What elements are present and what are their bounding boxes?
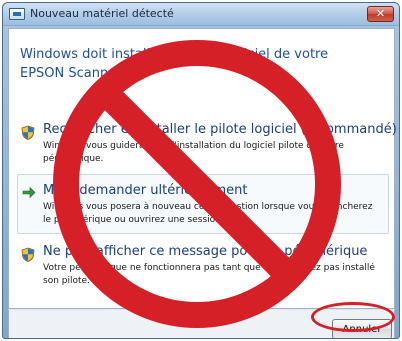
option-search-install-driver[interactable]: Rechercher et installer le pilote logici…: [18, 122, 397, 170]
option-ask-later[interactable]: Me redemander ultérieurement Windows vou…: [17, 174, 389, 234]
title-bar[interactable]: Nouveau matériel détecté ✕: [3, 3, 399, 26]
option-title: Rechercher et installer le pilote logici…: [43, 122, 397, 137]
shield-icon: [21, 125, 35, 140]
window-title: Nouveau matériel détecté: [30, 7, 174, 20]
option-description: Votre périphérique ne fonctionnera pas t…: [43, 263, 375, 286]
option-description: Windows vous guidera dans l'installation…: [43, 141, 344, 164]
option-dont-show-again[interactable]: Ne plus afficher ce message pour ce péri…: [18, 244, 388, 296]
green-arrow-icon: [22, 186, 36, 199]
hardware-window-icon: [9, 8, 25, 20]
dialog-content: Windows doit installer le pilote logicie…: [8, 28, 397, 309]
dialog-footer: Annuler: [8, 309, 395, 338]
close-button[interactable]: ✕: [367, 6, 394, 22]
option-description: Windows vous posera à nouveau cette ques…: [43, 202, 373, 225]
cancel-button[interactable]: Annuler: [332, 319, 392, 338]
option-title: Ne plus afficher ce message pour ce péri…: [43, 244, 368, 259]
found-new-hardware-dialog: Nouveau matériel détecté ✕ Windows doit …: [2, 2, 400, 339]
option-title: Me redemander ultérieurement: [43, 183, 248, 198]
shield-icon: [21, 247, 35, 262]
dialog-header: Windows doit installer le pilote logicie…: [20, 47, 329, 81]
